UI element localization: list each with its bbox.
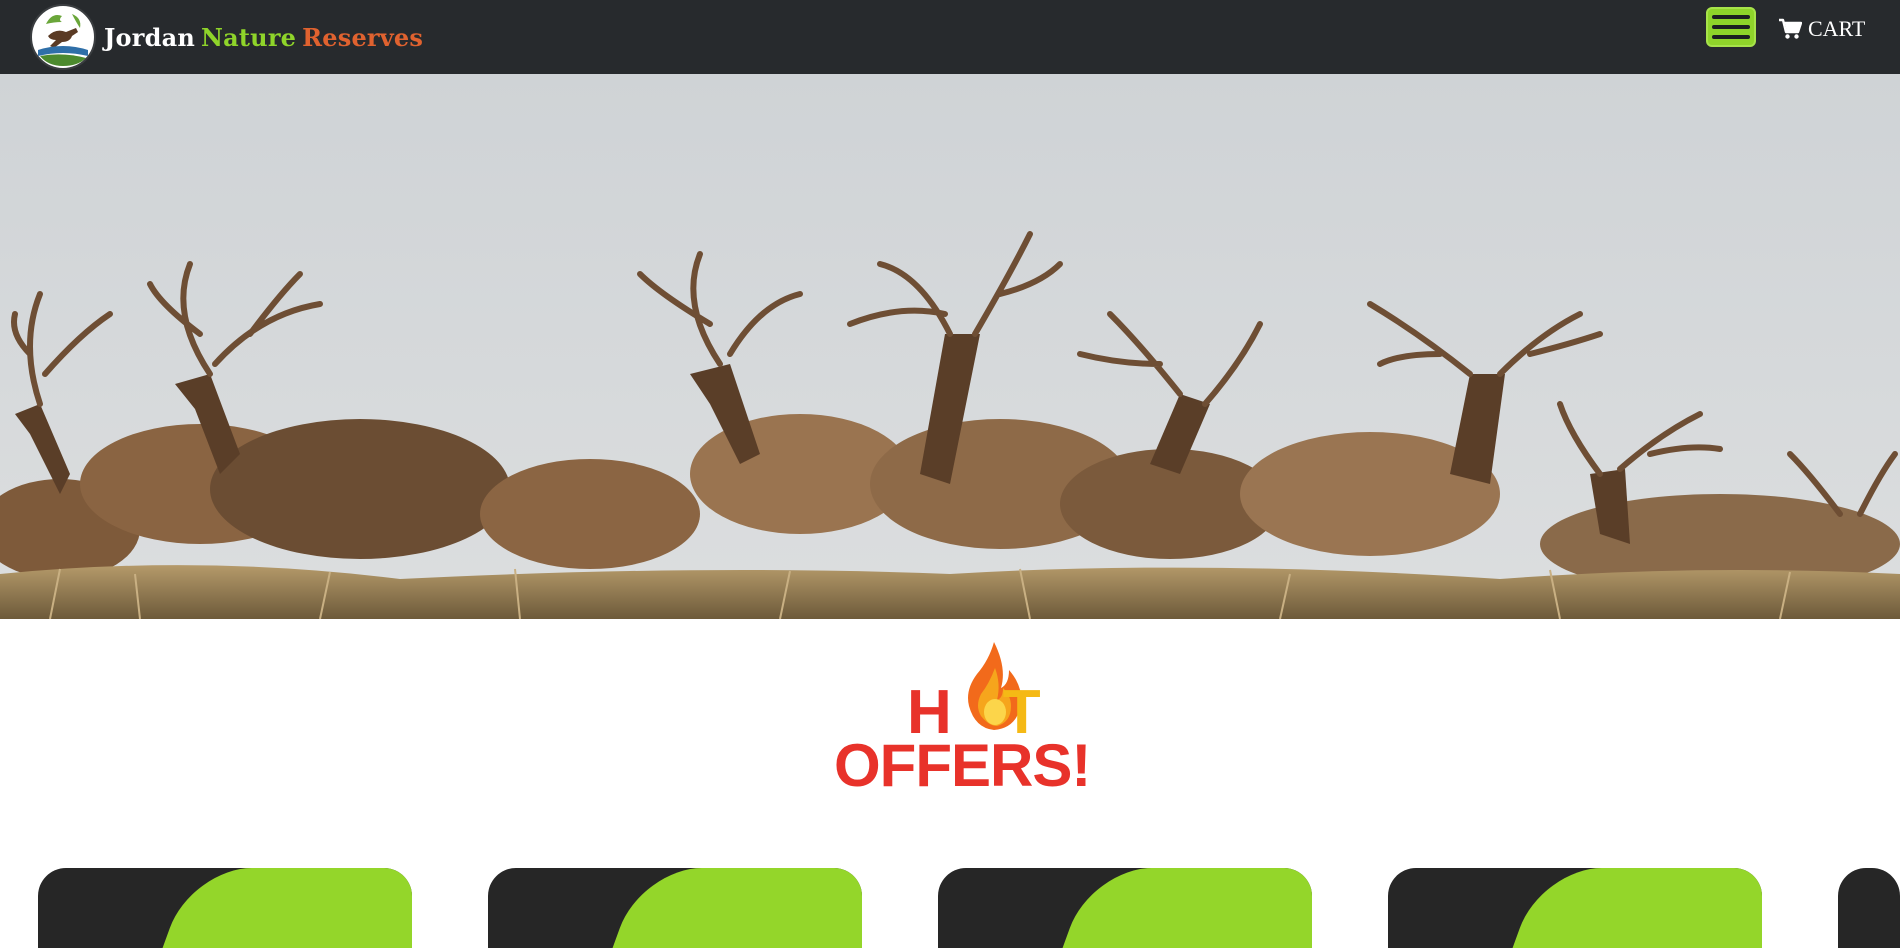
offer-card-accent: [1498, 868, 1762, 948]
offer-card-accent: [1048, 868, 1312, 948]
hot-offers-heading: HT OFFERS!: [834, 640, 1146, 796]
brand-name: Jordan Nature Reserves: [104, 23, 423, 52]
offer-card[interactable]: [1838, 868, 1900, 948]
hamburger-line: [1712, 15, 1750, 19]
hero-elk-image: [0, 74, 1900, 619]
hamburger-menu-button[interactable]: [1706, 7, 1756, 47]
offer-card-accent: [148, 868, 412, 948]
logo-badge-icon: [30, 4, 96, 70]
cart-label: CART: [1808, 16, 1866, 41]
brand-word-jordan: Jordan: [104, 22, 195, 52]
offer-card-accent: [598, 868, 862, 948]
shopping-cart-icon: [1779, 18, 1802, 39]
hamburger-line: [1712, 25, 1750, 29]
brand-word-nature: Nature: [201, 22, 297, 52]
top-navbar: Jordan Nature Reserves CART: [0, 0, 1900, 74]
offer-card[interactable]: [38, 868, 412, 948]
logo-link[interactable]: Jordan Nature Reserves: [30, 0, 423, 74]
cart-link[interactable]: CART: [1778, 14, 1865, 44]
offer-card[interactable]: [938, 868, 1312, 948]
hamburger-line: [1712, 35, 1750, 39]
brand-word-reserves: Reserves: [302, 22, 424, 52]
offers-word: OFFERS!: [834, 732, 1091, 799]
hero-banner: [0, 74, 1900, 619]
offer-card[interactable]: [488, 868, 862, 948]
offer-card[interactable]: [1388, 868, 1762, 948]
